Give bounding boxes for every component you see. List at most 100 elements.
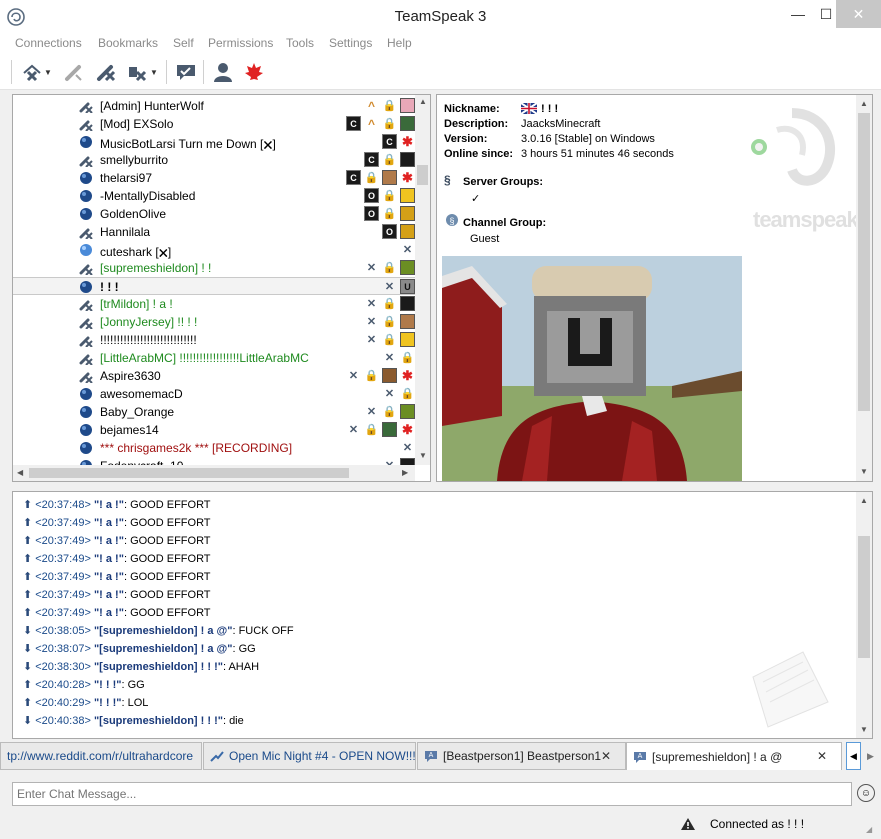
client-row[interactable]: [LittleArabMC] !!!!!!!!!!!!!!!!!!LittleA… bbox=[13, 349, 415, 367]
scroll-right-icon[interactable]: ▶ bbox=[402, 468, 408, 477]
hscroll-thumb[interactable] bbox=[29, 468, 349, 478]
disconnect-button[interactable] bbox=[20, 60, 44, 84]
tree-hscrollbar[interactable]: ◀ ▶ bbox=[13, 465, 415, 481]
scroll-thumb[interactable] bbox=[858, 113, 870, 411]
tab-channel[interactable]: Open Mic Night #4 - OPEN NOW!!!! bbox=[203, 742, 416, 770]
smiley-icon: ☺ bbox=[860, 787, 872, 799]
client-row[interactable]: ! ! ! ✕ U bbox=[13, 277, 415, 295]
chat-text: : FUCK OFF bbox=[232, 625, 294, 637]
chat-log[interactable]: ⬆ <20:37:48> "! a !": GOOD EFFORT ⬆ <20:37:… bbox=[12, 491, 873, 739]
client-name: [LittleArabMC] !!!!!!!!!!!!!!!!!!LittleA… bbox=[100, 351, 309, 365]
svg-text:A: A bbox=[429, 752, 434, 759]
chat-sender[interactable]: "! a !" bbox=[94, 589, 124, 601]
client-row[interactable]: thelarsi97 C 🔒 ✱ bbox=[13, 169, 415, 187]
client-row[interactable]: !!!!!!!!!!!!!!!!!!!!!!!!!!!!! ✕ 🔒 bbox=[13, 331, 415, 349]
notepad-watermark-icon bbox=[752, 651, 829, 728]
chat-input[interactable] bbox=[12, 782, 852, 806]
canada-flag-button[interactable] bbox=[242, 60, 266, 84]
lock-icon: 🔒 bbox=[382, 190, 397, 202]
chat-sender[interactable]: "! a !" bbox=[94, 571, 124, 583]
scroll-up-icon[interactable]: ▲ bbox=[860, 496, 868, 505]
client-row[interactable]: Hannilala O bbox=[13, 223, 415, 241]
client-row[interactable]: [Admin] HunterWolf ^ 🔒 bbox=[13, 97, 415, 115]
client-name: Hannilala bbox=[100, 225, 151, 239]
scroll-left-icon[interactable]: ◀ bbox=[17, 468, 23, 477]
contacts-button[interactable] bbox=[211, 60, 235, 84]
close-tab-icon[interactable]: ✕ bbox=[817, 749, 827, 763]
close-tab-icon[interactable]: ✕ bbox=[601, 749, 611, 763]
client-row[interactable]: MusicBotLarsi Turn me Down [🗙] C ✱ bbox=[13, 133, 415, 151]
menu-help[interactable]: Help bbox=[387, 36, 412, 50]
chat-button[interactable] bbox=[174, 60, 198, 84]
mute-speakers-button[interactable] bbox=[125, 60, 149, 84]
scroll-down-icon[interactable]: ▼ bbox=[860, 467, 868, 476]
chat-scrollbar[interactable]: ▲ ▼ bbox=[856, 492, 872, 738]
chat-sender[interactable]: "[supremeshieldon] ! a @" bbox=[94, 625, 233, 637]
scroll-down-icon[interactable]: ▼ bbox=[860, 725, 868, 734]
client-badges: ✕ 🔒 bbox=[364, 296, 415, 312]
tab-private-supremeshieldon[interactable]: A [supremeshieldon] ! a @ ✕ bbox=[626, 742, 842, 770]
client-row[interactable]: [supremeshieldon] ! ! ✕ 🔒 bbox=[13, 259, 415, 277]
menu-tools[interactable]: Tools bbox=[286, 36, 314, 50]
emoticon-button[interactable]: ☺ bbox=[857, 784, 875, 802]
client-row[interactable]: bejames14 ✕ 🔒 ✱ bbox=[13, 421, 415, 439]
menu-settings[interactable]: Settings bbox=[329, 36, 372, 50]
away-button[interactable] bbox=[62, 60, 86, 84]
server-groups-label: Server Groups: bbox=[463, 176, 544, 188]
mute-microphone-button[interactable] bbox=[94, 60, 118, 84]
client-badges: ✕ U bbox=[382, 279, 415, 295]
client-row[interactable]: Baby_Orange ✕ 🔒 bbox=[13, 403, 415, 421]
chat-text: : LOL bbox=[121, 697, 149, 709]
client-row[interactable]: [trMildon] ! a ! ✕ 🔒 bbox=[13, 295, 415, 313]
scroll-up-icon[interactable]: ▲ bbox=[419, 97, 427, 106]
chat-message: ⬆ <20:37:48> "! a !": GOOD EFFORT bbox=[23, 498, 211, 516]
close-button[interactable]: ✕ bbox=[836, 0, 881, 28]
tabs-scroll-left-button[interactable]: ◀ bbox=[846, 742, 861, 770]
scroll-up-icon[interactable]: ▲ bbox=[860, 99, 868, 108]
tab-server[interactable]: tp://www.reddit.com/r/ultrahardcore bbox=[0, 742, 202, 770]
client-badges: ✕ 🔒 bbox=[382, 386, 415, 402]
menu-connections[interactable]: Connections bbox=[15, 36, 82, 50]
avatar-icon bbox=[382, 422, 397, 437]
chat-sender[interactable]: "! ! !" bbox=[94, 697, 122, 709]
tree-scrollbar[interactable]: ▲ ▼ bbox=[415, 95, 430, 465]
chat-sender[interactable]: "! a !" bbox=[94, 499, 124, 511]
menu-bookmarks[interactable]: Bookmarks bbox=[98, 36, 158, 50]
info-scrollbar[interactable]: ▲ ▼ bbox=[856, 95, 872, 481]
chat-sender[interactable]: "! a !" bbox=[94, 517, 124, 529]
scroll-down-icon[interactable]: ▼ bbox=[419, 451, 427, 460]
tabs-scroll-right-button[interactable]: ▶ bbox=[863, 742, 878, 770]
channel-tree[interactable]: [Admin] HunterWolf ^ 🔒 [Mod] EXSolo C ^ 🔒 Music… bbox=[12, 94, 431, 482]
client-row[interactable]: cuteshark [🗙] ✕ bbox=[13, 241, 415, 259]
chat-sender[interactable]: "[supremeshieldon] ! ! !" bbox=[94, 661, 223, 673]
client-row[interactable]: *** chrisgames2k *** [RECORDING] ✕ bbox=[13, 439, 415, 457]
disconnect-dropdown-icon[interactable]: ▼ bbox=[42, 60, 54, 84]
menu-permissions[interactable]: Permissions bbox=[208, 36, 273, 50]
client-row[interactable]: [Mod] EXSolo C ^ 🔒 bbox=[13, 115, 415, 133]
warning-icon[interactable] bbox=[680, 817, 696, 831]
chat-sender[interactable]: "! ! !" bbox=[94, 679, 122, 691]
chat-sender[interactable]: "! a !" bbox=[94, 553, 124, 565]
mute-speakers-dropdown-icon[interactable]: ▼ bbox=[148, 60, 160, 84]
chat-sender[interactable]: "! a !" bbox=[94, 535, 124, 547]
resize-grip-icon[interactable]: ◢ bbox=[866, 825, 876, 835]
scroll-thumb[interactable] bbox=[417, 165, 428, 185]
client-row[interactable]: GoldenOlive O 🔒 bbox=[13, 205, 415, 223]
menu-self[interactable]: Self bbox=[173, 36, 194, 50]
client-row[interactable]: smellyburrito C 🔒 bbox=[13, 151, 415, 169]
chat-sender[interactable]: "[supremeshieldon] ! ! !" bbox=[94, 715, 223, 727]
client-row[interactable]: awesomemacD ✕ 🔒 bbox=[13, 385, 415, 403]
scroll-thumb[interactable] bbox=[858, 536, 870, 658]
client-row[interactable]: Aspire3630 ✕ 🔒 ✱ bbox=[13, 367, 415, 385]
tab-private-beastperson1[interactable]: A [Beastperson1] Beastperson1 ✕ bbox=[417, 742, 626, 770]
chat-timestamp: <20:38:30> bbox=[35, 661, 94, 673]
minimize-button[interactable]: — bbox=[783, 0, 813, 28]
client-badges: ✕ 🔒 bbox=[364, 404, 415, 420]
client-row[interactable]: [JonnyJersey] !! ! ! ✕ 🔒 bbox=[13, 313, 415, 331]
client-row[interactable]: -MentallyDisabled O 🔒 bbox=[13, 187, 415, 205]
chat-sender[interactable]: "[supremeshieldon] ! a @" bbox=[94, 643, 233, 655]
lock-icon: 🔒 bbox=[382, 118, 397, 130]
outgoing-arrow-icon: ⬆ bbox=[23, 607, 33, 619]
client-name: [supremeshieldon] ! ! bbox=[100, 261, 212, 275]
chat-sender[interactable]: "! a !" bbox=[94, 607, 124, 619]
